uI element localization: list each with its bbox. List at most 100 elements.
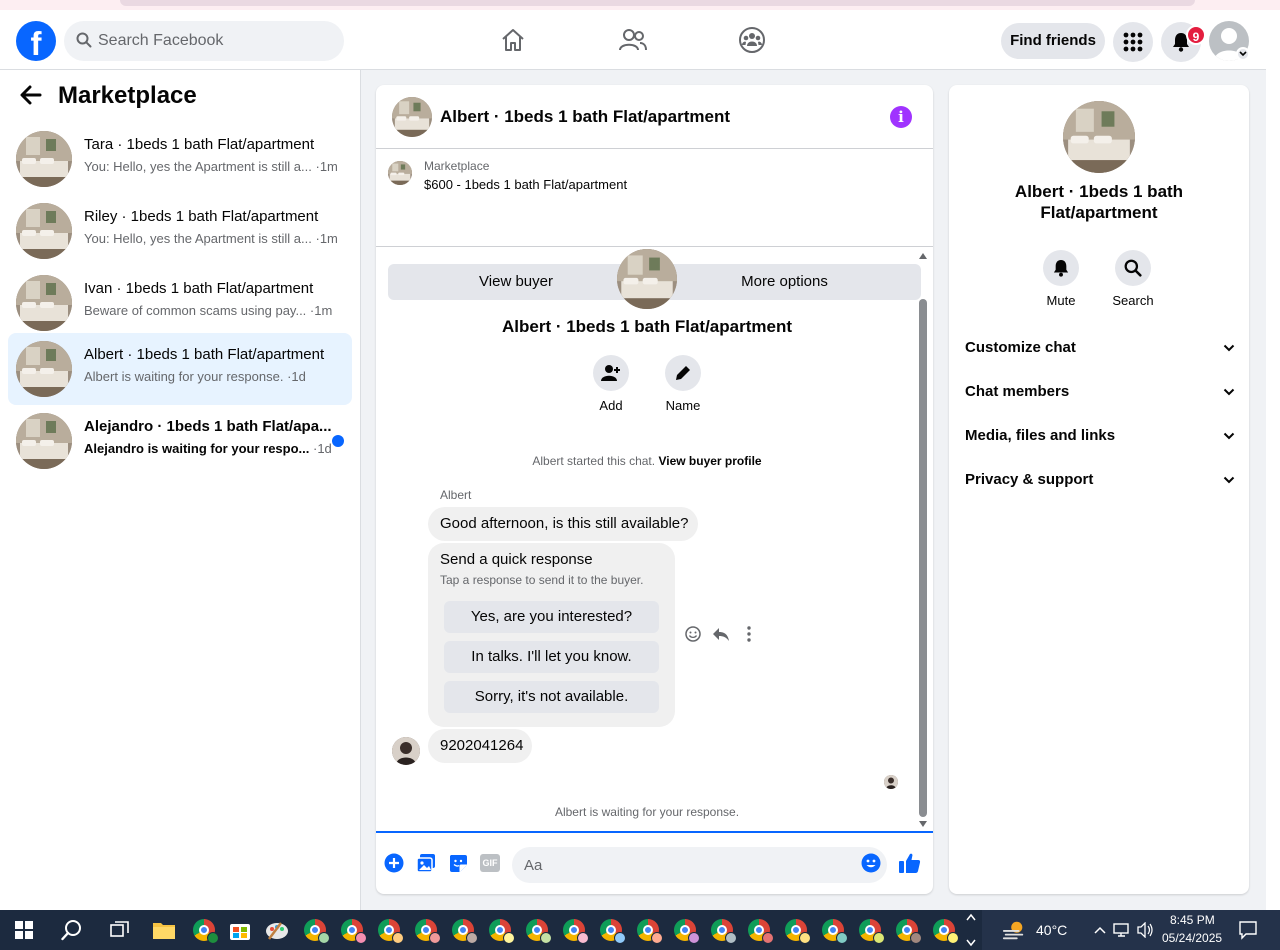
taskbar-search-icon[interactable] bbox=[60, 918, 84, 942]
conversation-item-alejandro[interactable]: Alejandro · 1beds 1 bath Flat/apa... Ale… bbox=[8, 405, 352, 477]
chrome-window-icon[interactable] bbox=[599, 918, 626, 944]
chrome-window-icon[interactable] bbox=[525, 918, 552, 944]
temperature: 40°C bbox=[1036, 922, 1068, 938]
chrome-window-icon[interactable] bbox=[488, 918, 515, 944]
conversation-info-panel: Albert · 1beds 1 bath Flat/apartment Mut… bbox=[949, 85, 1249, 894]
chat-started-notice: Albert started this chat. View buyer pro… bbox=[532, 454, 762, 468]
chevron-down-icon[interactable] bbox=[1236, 47, 1250, 61]
back-arrow-icon[interactable] bbox=[20, 85, 42, 108]
info-icon[interactable]: i bbox=[890, 106, 912, 128]
media-files-links-section[interactable]: Media, files and links bbox=[965, 423, 1235, 447]
unread-dot bbox=[332, 435, 344, 447]
page-scrollbar[interactable] bbox=[1266, 10, 1280, 910]
home-icon[interactable] bbox=[497, 24, 529, 56]
conversation-item-ivan[interactable]: Ivan · 1beds 1 bath Flat/apartment Bewar… bbox=[8, 267, 352, 339]
groups-icon[interactable] bbox=[736, 24, 768, 56]
scroll-up-arrow[interactable] bbox=[919, 253, 927, 259]
quick-response-sorry-button[interactable]: Sorry, it's not available. bbox=[444, 681, 659, 713]
task-view-icon[interactable] bbox=[108, 918, 132, 942]
scrollbar-thumb[interactable] bbox=[919, 299, 927, 817]
find-friends-button[interactable]: Find friends bbox=[1001, 23, 1105, 59]
chrome-window-icon[interactable] bbox=[784, 918, 811, 944]
quick-response-talks-button[interactable]: In talks. I'll let you know. bbox=[444, 641, 659, 673]
mute-label: Mute bbox=[1046, 293, 1076, 308]
chrome-window-icon[interactable] bbox=[562, 918, 589, 944]
listing-thumbnail bbox=[16, 203, 72, 259]
search-box[interactable] bbox=[64, 21, 344, 61]
name-chat-button[interactable]: Name bbox=[648, 355, 718, 413]
search-input[interactable] bbox=[98, 32, 328, 50]
chevron-up-icon[interactable] bbox=[1088, 918, 1112, 942]
taskbar-overflow-arrows[interactable] bbox=[964, 912, 978, 948]
listing-thumbnail[interactable] bbox=[388, 161, 412, 185]
windows-start-icon[interactable] bbox=[12, 918, 36, 942]
friends-icon[interactable] bbox=[617, 24, 649, 56]
chrome-window-icon[interactable] bbox=[451, 918, 478, 944]
weather-icon[interactable] bbox=[1002, 918, 1026, 942]
thread-scrollbar[interactable] bbox=[916, 251, 930, 829]
scroll-down-arrow[interactable] bbox=[919, 821, 927, 827]
microsoft-store-icon[interactable] bbox=[228, 918, 252, 942]
chrome-window-icon[interactable] bbox=[895, 918, 922, 944]
chrome-profile-icon[interactable] bbox=[192, 918, 219, 944]
chrome-window-icon[interactable] bbox=[303, 918, 330, 944]
chrome-window-icon[interactable] bbox=[414, 918, 441, 944]
privacy-support-section[interactable]: Privacy & support bbox=[965, 467, 1235, 491]
message-thread[interactable]: Albert · 1beds 1 bath Flat/apartment Add… bbox=[376, 247, 916, 831]
reply-icon[interactable] bbox=[712, 625, 730, 643]
sender-avatar[interactable] bbox=[392, 737, 420, 765]
file-explorer-icon[interactable] bbox=[152, 918, 176, 942]
chat-header: Albert · 1beds 1 bath Flat/apartment i bbox=[376, 85, 933, 149]
conversation-preview: You: Hello, yes the Apartment is still a… bbox=[84, 159, 338, 174]
add-people-button[interactable]: Add bbox=[576, 355, 646, 413]
chrome-window-icon[interactable] bbox=[747, 918, 774, 944]
chrome-window-icon[interactable] bbox=[673, 918, 700, 944]
more-vertical-icon[interactable] bbox=[740, 625, 758, 643]
facebook-logo[interactable]: f bbox=[16, 21, 56, 61]
section-label: Customize chat bbox=[965, 338, 1076, 356]
message-bubble[interactable]: 9202041264 bbox=[428, 729, 532, 763]
view-buyer-profile-link[interactable]: View buyer profile bbox=[658, 454, 761, 468]
customize-chat-section[interactable]: Customize chat bbox=[965, 335, 1235, 359]
photo-icon[interactable] bbox=[416, 853, 436, 873]
listing-price[interactable]: $600 - 1beds 1 bath Flat/apartment bbox=[424, 177, 627, 192]
chrome-window-icon[interactable] bbox=[858, 918, 885, 944]
chat-title[interactable]: Albert · 1beds 1 bath Flat/apartment bbox=[440, 107, 730, 127]
clock-time[interactable]: 8:45 PM bbox=[1170, 913, 1215, 927]
chrome-window-icon[interactable] bbox=[636, 918, 663, 944]
chrome-window-icon[interactable] bbox=[821, 918, 848, 944]
conversation-item-albert[interactable]: Albert · 1beds 1 bath Flat/apartment Alb… bbox=[8, 333, 352, 405]
emoji-icon[interactable] bbox=[861, 853, 881, 873]
react-emoji-icon[interactable] bbox=[684, 625, 702, 643]
mute-button[interactable]: Mute bbox=[1031, 250, 1091, 308]
browser-tab-pill bbox=[120, 0, 1195, 6]
clock-date[interactable]: 05/24/2025 bbox=[1162, 931, 1222, 945]
quick-response-subtitle: Tap a response to send it to the buyer. bbox=[440, 573, 644, 587]
conversation-preview: Beware of common scams using pay... ·1m bbox=[84, 303, 333, 318]
menu-grid-icon[interactable] bbox=[1113, 22, 1153, 62]
gif-icon[interactable]: GIF bbox=[480, 854, 500, 872]
chrome-window-icon[interactable] bbox=[340, 918, 367, 944]
add-label: Add bbox=[599, 398, 623, 413]
plus-icon[interactable] bbox=[384, 853, 404, 873]
message-input[interactable] bbox=[512, 847, 887, 883]
conversation-item-riley[interactable]: Riley · 1beds 1 bath Flat/apartment You:… bbox=[8, 195, 352, 267]
chrome-window-icon[interactable] bbox=[932, 918, 959, 944]
paint-app-icon[interactable] bbox=[265, 918, 289, 942]
chrome-window-icon[interactable] bbox=[710, 918, 737, 944]
network-icon[interactable] bbox=[1110, 918, 1134, 942]
message-bubble[interactable]: Good afternoon, is this still available? bbox=[428, 507, 698, 541]
sidebar-title: Marketplace bbox=[58, 82, 197, 109]
message-actions bbox=[684, 625, 758, 643]
sticker-icon[interactable] bbox=[448, 853, 468, 873]
conversation-item-tara[interactable]: Tara · 1beds 1 bath Flat/apartment You: … bbox=[8, 123, 352, 195]
notification-center-icon[interactable] bbox=[1236, 918, 1260, 942]
chat-members-section[interactable]: Chat members bbox=[965, 379, 1235, 403]
volume-icon[interactable] bbox=[1133, 918, 1157, 942]
chevron-down-icon bbox=[1223, 427, 1235, 443]
chat-avatar[interactable] bbox=[392, 97, 432, 137]
search-in-chat-button[interactable]: Search bbox=[1103, 250, 1163, 308]
thumbs-up-icon[interactable] bbox=[898, 851, 922, 875]
chrome-window-icon[interactable] bbox=[377, 918, 404, 944]
quick-response-yes-button[interactable]: Yes, are you interested? bbox=[444, 601, 659, 633]
